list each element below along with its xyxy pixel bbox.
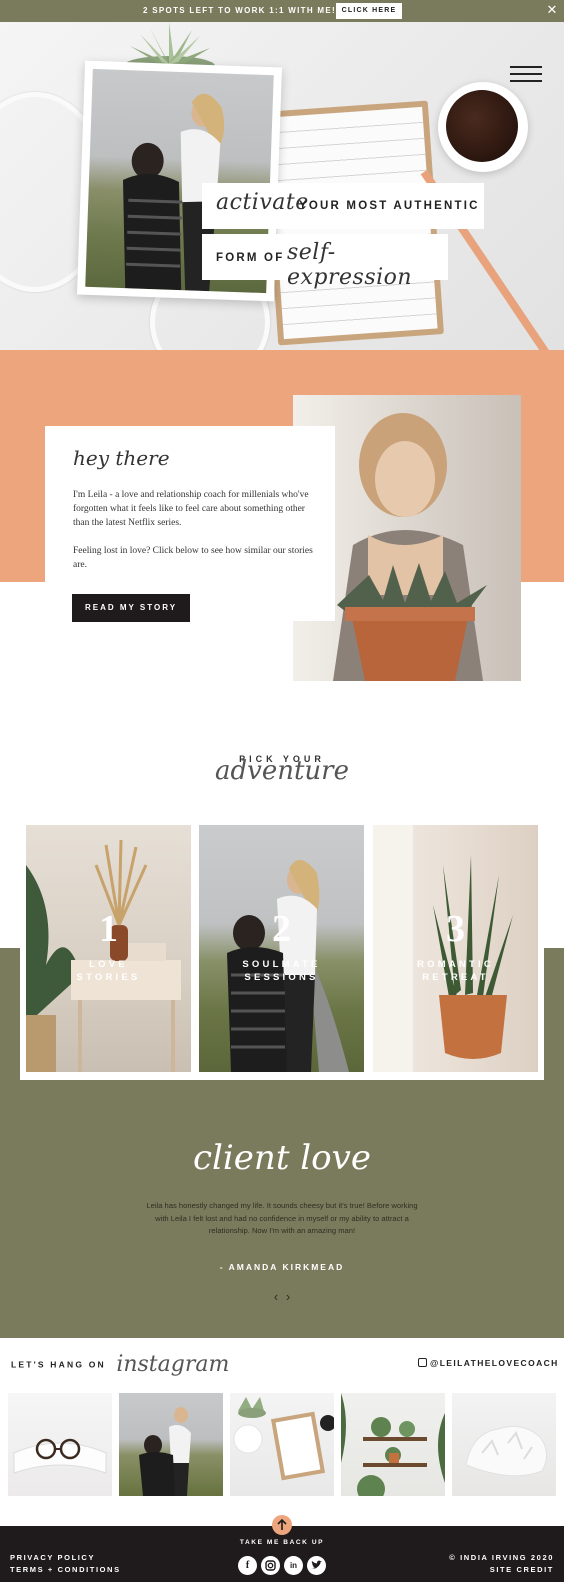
back-to-top-label: TAKE ME BACK UP xyxy=(239,1539,325,1546)
instagram-post[interactable] xyxy=(230,1393,334,1496)
chevron-left-icon[interactable]: ‹ xyxy=(270,1290,282,1304)
tagline-caps-1: YOUR MOST AUTHENTIC xyxy=(299,200,480,212)
instagram-icon xyxy=(418,1358,427,1367)
card-label: LOVE STORIES xyxy=(76,959,141,983)
lets-hang-on-label: LET'S HANG ON xyxy=(11,1359,106,1370)
testimonial-author: - AMANDA KIRKMEAD xyxy=(219,1262,345,1272)
instagram-post[interactable] xyxy=(341,1393,445,1496)
privacy-policy-link[interactable]: PRIVACY POLICY xyxy=(10,1553,95,1562)
plant-shelf-image xyxy=(341,1393,445,1496)
adventure-card-love-stories[interactable]: 1 LOVE STORIES xyxy=(26,825,191,1072)
click-here-button[interactable]: CLICK HERE xyxy=(336,3,402,19)
instagram-post[interactable] xyxy=(452,1393,556,1496)
chevron-right-icon[interactable]: › xyxy=(282,1290,294,1304)
instagram-post[interactable] xyxy=(119,1393,223,1496)
tagline-caps-2: FORM OF xyxy=(216,252,285,264)
facebook-icon[interactable]: f xyxy=(238,1556,257,1575)
card-number: 1 xyxy=(99,908,118,950)
card-label: SOULMATE SESSIONS xyxy=(242,959,321,983)
desk-notebook-image xyxy=(233,1397,334,1481)
arrow-up-icon xyxy=(277,1519,287,1530)
announcement-bar: 2 SPOTS LEFT TO WORK 1:1 WITH ME! CLICK … xyxy=(0,0,564,22)
adventure-card-soulmate-sessions[interactable]: 2 SOULMATE SESSIONS xyxy=(199,825,364,1072)
testimonial-nav: ‹ › xyxy=(270,1288,296,1304)
coffee-image xyxy=(446,90,518,162)
adventure-script: adventure xyxy=(215,756,349,786)
about-card: hey there I'm Leila - a love and relatio… xyxy=(45,426,335,621)
copyright: © INDIA IRVING 2020 xyxy=(449,1553,554,1562)
read-my-story-button[interactable]: READ MY STORY xyxy=(72,594,190,622)
linkedin-icon[interactable]: in xyxy=(284,1556,303,1575)
adventure-card-romantic-retreat[interactable]: 3 ROMANTIC RETREAT xyxy=(373,825,538,1072)
greeting-script: hey there xyxy=(73,446,170,470)
site-credit-link[interactable]: SITE CREDIT xyxy=(490,1565,554,1574)
about-paragraph-2: Feeling lost in love? Click below to see… xyxy=(73,546,313,570)
instagram-heading: LET'S HANG ON instagram xyxy=(11,1352,229,1378)
hero-tagline-line2: FORM OF self-expression xyxy=(202,234,448,290)
tagline-script-activate: activate xyxy=(216,190,309,215)
instagram-handle: @LEILATHELOVECOACH xyxy=(430,1358,559,1368)
twitter-icon[interactable] xyxy=(307,1556,326,1575)
announcement-message: 2 SPOTS LEFT TO WORK 1:1 WITH ME! xyxy=(143,6,336,15)
instagram-post[interactable] xyxy=(8,1393,112,1496)
tagline-script-self-expression: self-expression xyxy=(287,240,413,290)
card-number: 3 xyxy=(446,908,465,950)
instagram-icon[interactable] xyxy=(261,1556,280,1575)
terms-conditions-link[interactable]: TERMS + CONDITIONS xyxy=(10,1565,121,1574)
card-number: 2 xyxy=(272,908,291,950)
couple-image xyxy=(139,1407,191,1496)
instagram-handle-link[interactable]: @LEILATHELOVECOACH xyxy=(418,1358,559,1368)
hero-tagline-line1: activate YOUR MOST AUTHENTIC xyxy=(202,183,484,229)
hamburger-menu-icon[interactable] xyxy=(510,66,542,86)
close-icon[interactable]: ✕ xyxy=(545,2,559,18)
glasses-book-image xyxy=(13,1438,107,1474)
client-love-title: client love xyxy=(193,1138,371,1178)
back-to-top-button[interactable] xyxy=(272,1515,292,1535)
about-paragraph-1: I'm Leila - a love and relationship coac… xyxy=(73,490,309,528)
pick-adventure-heading: PICK YOUR adventure xyxy=(0,746,564,796)
testimonial-quote: Leila has honestly changed my life. It s… xyxy=(146,1201,418,1235)
crystal-image xyxy=(465,1425,547,1477)
instagram-script: instagram xyxy=(116,1352,230,1377)
card-label: ROMANTIC RETREAT xyxy=(417,959,494,983)
